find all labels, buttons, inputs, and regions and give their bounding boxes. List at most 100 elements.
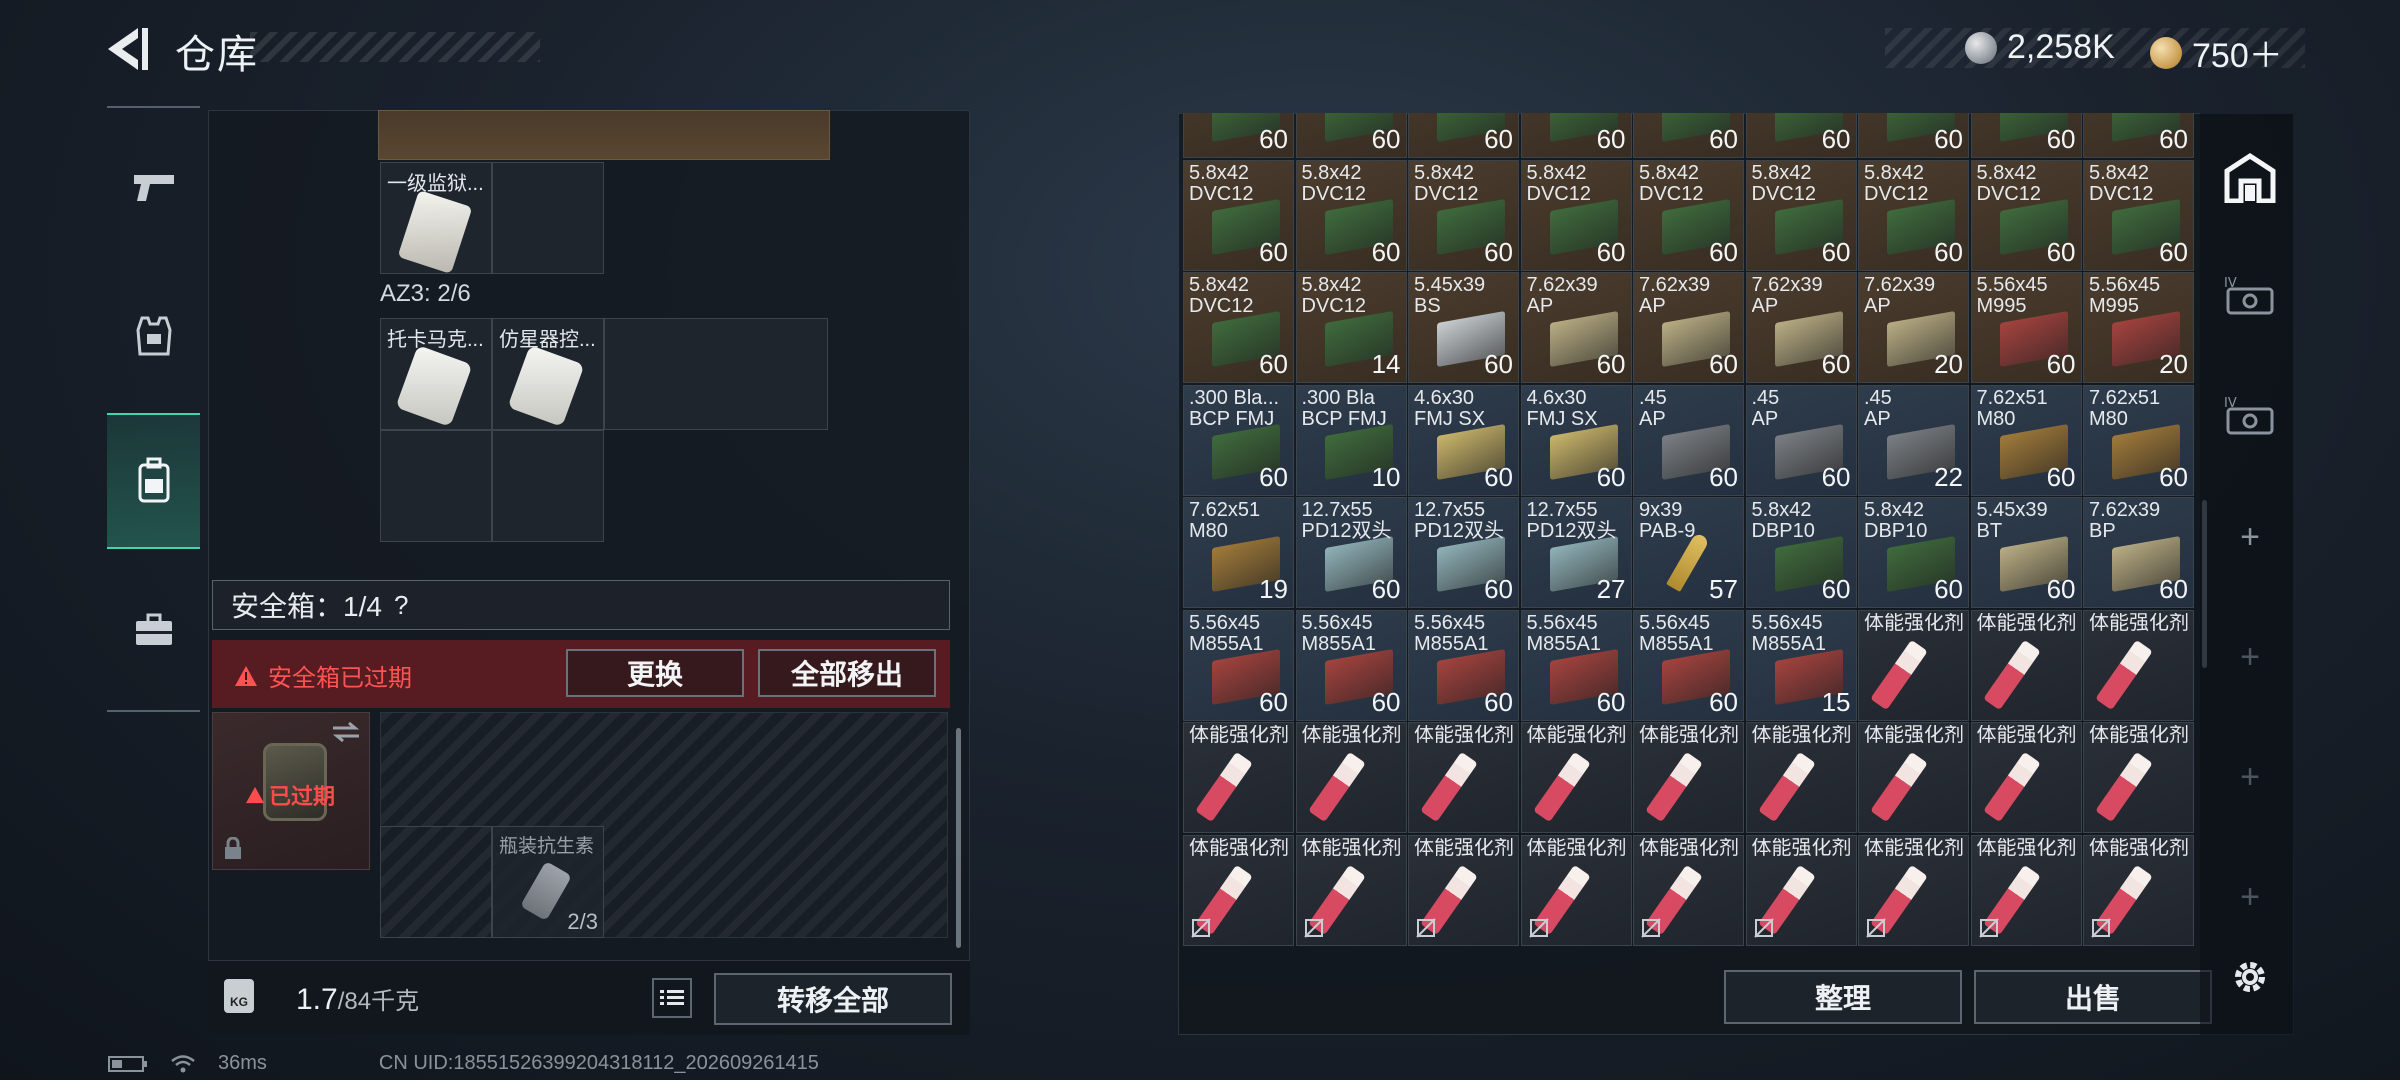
az3-slot-item-2[interactable]: 仿星器控... [492,318,604,430]
stash-item-ammo[interactable]: .45 AP 60 [1745,384,1857,496]
stash-item-ammo[interactable]: 60 [2083,113,2194,158]
stash-item-ammo[interactable]: 7.62x39 AP 20 [1858,272,1969,383]
nav-case[interactable] [107,580,200,680]
stash-item-ammo[interactable]: 7.62x39 AP 60 [1633,272,1744,383]
stash-item-ammo[interactable]: 5.8x42 DVC12 60 [1408,159,1519,271]
stash-item-stimulant[interactable]: 体能强化剂 [1408,722,1519,833]
stash-item-ammo[interactable]: 60 [1970,113,2082,158]
stash-item-ammo[interactable]: 5.56x45 M855A1 60 [1295,609,1407,721]
stash-item-stimulant[interactable]: 体能强化剂 [1295,834,1407,946]
back-button[interactable] [100,22,160,76]
add-container-slot-4[interactable]: + [2215,862,2285,932]
stash-item-ammo[interactable]: 5.56x45 M855A1 60 [1633,609,1744,721]
stash-item-stimulant[interactable]: 体能强化剂 [1633,722,1744,833]
stash-item-ammo[interactable]: 7.62x51 M80 60 [1970,384,2082,496]
stash-item-ammo[interactable]: 5.8x42 DVC12 60 [1183,272,1294,383]
stash-item-ammo[interactable]: 5.8x42 DVC12 60 [1858,159,1969,271]
stash-item-stimulant[interactable]: 体能强化剂 [1858,722,1969,833]
stash-item-ammo[interactable]: 5.8x42 DVC12 60 [2083,159,2194,271]
stash-item-stimulant[interactable]: 体能强化剂 [1408,834,1519,946]
stash-item-stimulant[interactable]: 体能强化剂 [1520,722,1632,833]
stash-item-ammo[interactable]: .300 Bla... BCP FMJ 60 [1183,384,1294,496]
stash-item-ammo[interactable]: 5.8x42 DVC12 60 [1183,159,1294,271]
stash-item-stimulant[interactable]: 体能强化剂 [1970,722,2082,833]
stash-item-ammo[interactable]: 4.6x30 FMJ SX 60 [1520,384,1632,496]
stash-item-ammo[interactable]: 7.62x39 BP 60 [2083,497,2194,608]
stash-item-ammo[interactable]: 60 [1183,113,1294,158]
stash-item-ammo[interactable]: 5.8x42 DVC12 60 [1970,159,2082,271]
stash-item-ammo[interactable]: 7.62x51 M80 19 [1183,497,1294,608]
stash-item-stimulant[interactable]: 体能强化剂 [1970,609,2082,721]
swap-icon[interactable] [331,721,361,743]
stash-item-ammo[interactable]: 7.62x39 AP 60 [1745,272,1857,383]
stash-item-stimulant[interactable]: 体能强化剂 [1858,834,1969,946]
stash-item-ammo[interactable]: 5.56x45 M855A1 15 [1745,609,1857,721]
stash-item-ammo[interactable]: 5.56x45 M855A1 60 [1520,609,1632,721]
stash-item-stimulant[interactable]: 体能强化剂 [2083,722,2194,833]
stash-item-ammo[interactable]: 60 [1633,113,1744,158]
stash-item-stimulant[interactable]: 体能强化剂 [1970,834,2082,946]
list-view-button[interactable] [652,978,692,1018]
gold-currency[interactable]: 750＋ [2150,28,2283,77]
stash-item-ammo[interactable]: 7.62x39 AP 60 [1520,272,1632,383]
stash-item-ammo[interactable]: 5.56x45 M995 60 [1970,272,2082,383]
stash-item-ammo[interactable]: 5.8x42 DVC12 60 [1633,159,1744,271]
stash-item-ammo[interactable]: 5.45x39 BT 60 [1970,497,2082,608]
stash-home-tab[interactable] [2215,143,2285,213]
stash-item-ammo[interactable]: 60 [1520,113,1632,158]
nav-backpack[interactable] [107,413,200,549]
stash-item-ammo[interactable]: 5.56x45 M995 20 [2083,272,2194,383]
sell-button[interactable]: 出售 [1974,970,2212,1024]
stash-item-ammo[interactable]: 5.56x45 M855A1 60 [1408,609,1519,721]
nav-armor[interactable] [107,286,200,386]
stash-item-ammo[interactable]: 9x39 PAB-9 57 [1633,497,1744,608]
stash-item-ammo[interactable]: 5.8x42 DVC12 60 [1520,159,1632,271]
transfer-all-button[interactable]: 转移全部 [714,973,952,1025]
stash-item-stimulant[interactable]: 体能强化剂 [1745,834,1857,946]
az3-slot-empty[interactable] [380,430,492,542]
stash-item-ammo[interactable]: 5.8x42 DVC12 60 [1295,159,1407,271]
replace-button[interactable]: 更换 [566,649,744,697]
stash-item-stimulant[interactable]: 体能强化剂 [1745,722,1857,833]
settings-button[interactable] [2215,942,2285,1012]
backpack-slot-item-1[interactable]: 一级监狱... [380,162,492,274]
stash-item-stimulant[interactable]: 体能强化剂 [1520,834,1632,946]
safe-slot-antibiotics[interactable]: 瓶装抗生素 2/3 [492,826,604,938]
left-scrollbar[interactable] [956,728,961,948]
stash-item-ammo[interactable]: .300 Bla BCP FMJ 10 [1295,384,1407,496]
stash-item-ammo[interactable]: 12.7x55 PD12双头 27 [1520,497,1632,608]
backpack-slot-empty[interactable] [492,162,604,274]
stash-item-ammo[interactable]: .45 AP 60 [1633,384,1744,496]
stash-item-ammo[interactable]: 5.45x39 BS 60 [1408,272,1519,383]
move-all-out-button[interactable]: 全部移出 [758,649,936,697]
stash-item-ammo[interactable]: 12.7x55 PD12双头 60 [1408,497,1519,608]
help-icon[interactable]: ? [394,590,408,621]
stash-item-ammo[interactable]: 60 [1408,113,1519,158]
stash-item-ammo[interactable]: 5.56x45 M855A1 60 [1183,609,1294,721]
az3-slot-empty[interactable] [492,430,604,542]
stash-item-ammo[interactable]: 60 [1858,113,1969,158]
az3-slot-item-1[interactable]: 托卡马克... [380,318,492,430]
safe-slot-empty[interactable] [380,826,492,938]
stash-item-ammo[interactable]: 5.8x42 DBP10 60 [1745,497,1857,608]
stash-item-ammo[interactable]: .45 AP 22 [1858,384,1969,496]
stash-item-ammo[interactable]: 60 [1295,113,1407,158]
nav-weapons[interactable] [107,138,200,238]
safe-box-slot[interactable]: 已过期 [212,712,370,870]
stash-item-stimulant[interactable]: 体能强化剂 [1183,722,1294,833]
organize-button[interactable]: 整理 [1724,970,1962,1024]
stash-item-stimulant[interactable]: 体能强化剂 [1633,834,1744,946]
stash-item-stimulant[interactable]: 体能强化剂 [1295,722,1407,833]
case-tab-2[interactable]: IV [2215,380,2285,450]
add-container-slot-2[interactable]: + [2215,622,2285,692]
stash-item-ammo[interactable]: 7.62x51 M80 60 [2083,384,2194,496]
stash-item-ammo[interactable]: 60 [1745,113,1857,158]
az3-slot-empty[interactable] [604,318,828,430]
add-container-slot-3[interactable]: + [2215,742,2285,812]
stash-item-ammo[interactable]: 5.8x42 DVC12 60 [1745,159,1857,271]
stash-item-ammo[interactable]: 12.7x55 PD12双头 60 [1295,497,1407,608]
stash-item-stimulant[interactable]: 体能强化剂 [1183,834,1294,946]
stash-item-ammo[interactable]: 4.6x30 FMJ SX 60 [1408,384,1519,496]
case-tab-1[interactable]: IV [2215,260,2285,330]
stash-item-ammo[interactable]: 5.8x42 DBP10 60 [1858,497,1969,608]
